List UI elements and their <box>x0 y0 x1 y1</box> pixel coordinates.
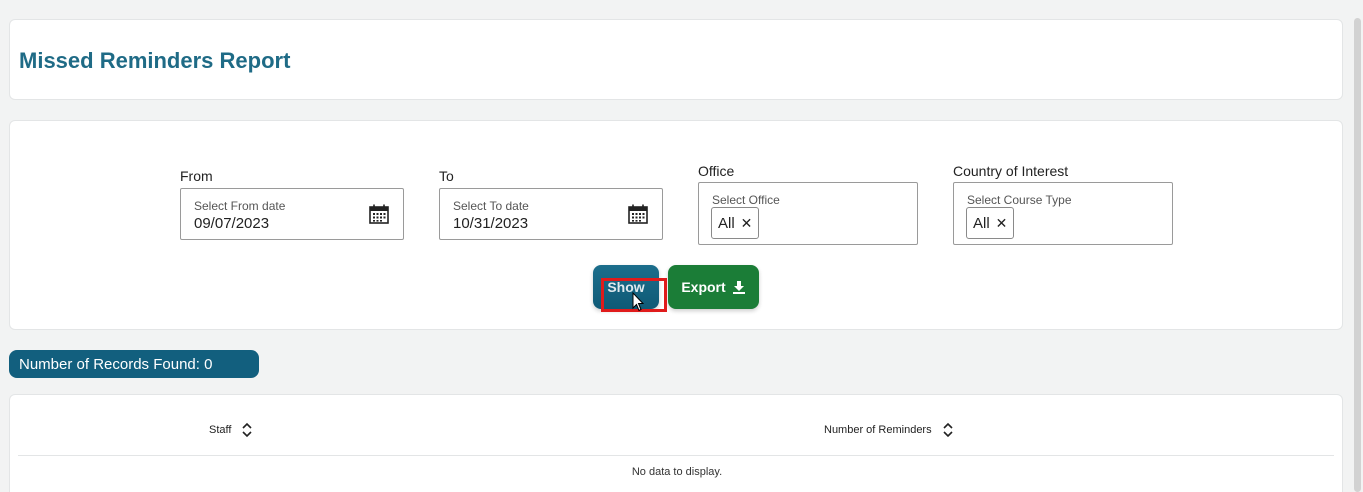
country-label: Country of Interest <box>953 163 1069 179</box>
office-chip: All ✕ <box>711 207 760 239</box>
column-header-label: Number of Reminders <box>824 424 932 436</box>
calendar-icon[interactable] <box>627 203 649 225</box>
country-chip: All ✕ <box>966 207 1015 239</box>
from-label: From <box>180 168 213 184</box>
office-label: Office <box>698 163 735 179</box>
sort-icon[interactable] <box>241 422 253 438</box>
column-header-staff[interactable]: Staff <box>209 422 253 438</box>
records-found-label: Number of Records Found: 0 <box>19 355 213 373</box>
page-title: Missed Reminders Report <box>19 48 291 73</box>
download-icon <box>732 281 745 294</box>
table-divider <box>18 455 1334 456</box>
close-icon[interactable]: ✕ <box>996 216 1008 230</box>
office-select[interactable]: Select Office All ✕ <box>698 182 918 245</box>
country-chip-label: All <box>973 214 990 232</box>
close-icon[interactable]: ✕ <box>741 216 753 230</box>
country-placeholder: Select Course Type <box>967 193 1072 207</box>
from-date-field[interactable]: Select From date 09/07/2023 <box>180 188 404 240</box>
office-chip-label: All <box>718 214 735 232</box>
column-header-number-of-reminders[interactable]: Number of Reminders <box>824 422 954 438</box>
to-date-field[interactable]: Select To date 10/31/2023 <box>439 188 663 240</box>
results-table: Staff Number of Reminders No data to dis… <box>9 394 1343 492</box>
export-button[interactable]: Export <box>668 265 759 309</box>
show-button-label: Show <box>607 279 645 295</box>
from-date-value: 09/07/2023 <box>194 215 270 232</box>
title-card: Missed Reminders Report <box>9 19 1343 100</box>
export-button-label: Export <box>681 279 726 295</box>
scrollbar-thumb[interactable] <box>1354 18 1361 492</box>
calendar-icon[interactable] <box>368 203 390 225</box>
empty-table-message: No data to display. <box>631 466 723 478</box>
show-button[interactable]: Show <box>593 265 659 309</box>
office-placeholder: Select Office <box>712 193 780 207</box>
sort-icon[interactable] <box>942 422 954 438</box>
from-date-placeholder: Select From date <box>194 199 286 213</box>
column-header-label: Staff <box>209 424 232 436</box>
to-date-placeholder: Select To date <box>453 199 529 213</box>
to-date-value: 10/31/2023 <box>453 215 529 232</box>
country-select[interactable]: Select Course Type All ✕ <box>953 182 1173 245</box>
records-found-badge: Number of Records Found: 0 <box>9 350 259 378</box>
to-label: To <box>439 168 454 184</box>
